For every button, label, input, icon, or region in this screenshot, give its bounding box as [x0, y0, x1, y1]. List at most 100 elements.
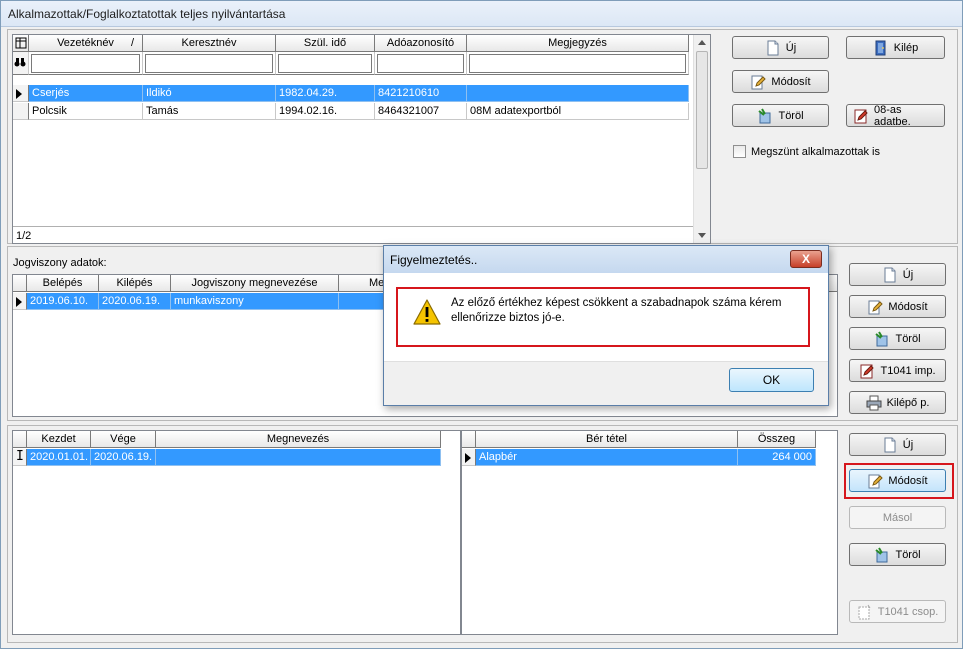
table-row[interactable]: Polcsik Tamás 1994.02.16. 8464321007 08M…	[13, 103, 689, 120]
edit-pencil-icon	[751, 75, 767, 89]
current-row-arrow-icon	[16, 297, 22, 307]
employee-new-label: Új	[785, 41, 797, 54]
employees-header: Vezetéknév / Keresztnév Szül. idő Adóazo…	[13, 35, 689, 52]
scroll-up-icon[interactable]	[698, 40, 706, 45]
jogviszony-new-label: Új	[902, 268, 914, 281]
edit-pencil-icon	[868, 300, 884, 314]
import-08-label: 08-as adatbe.	[874, 103, 911, 128]
col-megjegyzes[interactable]: Megjegyzés	[467, 35, 689, 52]
cell-vege: 2020.06.19.	[91, 449, 156, 466]
row-indicator	[13, 85, 29, 102]
periods-grid[interactable]: Kezdet Vége Megnevezés I 2020.01.01. 202…	[12, 430, 461, 635]
col-jogviszony-megnevezese[interactable]: Jogviszony megnevezése	[171, 275, 339, 292]
col-keresztnev[interactable]: Keresztnév	[143, 35, 276, 52]
wage-new-label: Új	[902, 438, 914, 451]
wages-panel: Kezdet Vége Megnevezés I 2020.01.01. 202…	[7, 425, 958, 643]
wages-corner	[462, 431, 476, 448]
filter-szul-input[interactable]	[278, 54, 372, 73]
table-row[interactable]: Alapbér 264 000	[462, 449, 816, 466]
filter-szul-cell	[276, 52, 375, 75]
col-megnevezes[interactable]: Megnevezés	[156, 431, 441, 448]
col-szul-ido[interactable]: Szül. idő	[276, 35, 375, 52]
cell-belepes: 2019.06.10.	[27, 293, 99, 310]
cell-megnevezes: munkaviszony	[171, 293, 339, 310]
row-indicator: I	[13, 449, 27, 466]
sort-indicator: /	[130, 37, 134, 49]
group-document-icon	[858, 604, 871, 619]
dialog-ok-button[interactable]: OK	[729, 368, 814, 392]
col-belepes[interactable]: Belépés	[27, 275, 99, 292]
scroll-thumb[interactable]	[696, 51, 708, 169]
col-vezeteknev[interactable]: Vezetéknév /	[29, 35, 143, 52]
import-edit-icon	[854, 109, 868, 123]
cell-osszeg: 264 000	[738, 449, 816, 466]
wage-modify-label: Módosít	[888, 474, 928, 487]
binoculars-icon	[14, 58, 26, 67]
dialog-close-button[interactable]: X	[790, 250, 822, 268]
cell-szul: 1982.04.29.	[276, 85, 375, 102]
employee-modify-label: Módosít	[771, 75, 811, 88]
exit-button[interactable]: Kilép	[846, 36, 945, 59]
filter-keresztnev-cell	[143, 52, 276, 75]
col-kilepes[interactable]: Kilépés	[99, 275, 171, 292]
wage-new-button[interactable]: Új	[849, 433, 946, 456]
wage-delete-button[interactable]: Töröl	[849, 543, 946, 566]
cell-ado: 8421210610	[375, 85, 467, 102]
grid-settings-icon[interactable]	[13, 35, 29, 52]
record-counter: 1/2	[13, 226, 694, 243]
col-osszeg[interactable]: Összeg	[738, 431, 816, 448]
employee-new-button[interactable]: Új	[732, 36, 829, 59]
scroll-down-icon[interactable]	[698, 233, 706, 238]
cell-megj	[467, 85, 689, 102]
col-ber-tetel[interactable]: Bér tétel	[476, 431, 738, 448]
edit-pencil-icon	[868, 474, 884, 488]
cell-keresztnev: Tamás	[143, 103, 276, 120]
t1041-import-label: T1041 imp.	[880, 364, 936, 377]
col-adoazonosito[interactable]: Adóazonosító	[375, 35, 467, 52]
show-terminated-checkbox[interactable]: Megszünt alkalmazottak is	[733, 145, 880, 158]
warning-icon	[413, 299, 441, 325]
row-indicator	[462, 449, 476, 466]
employees-grid[interactable]: Vezetéknév / Keresztnév Szül. idő Adóazo…	[12, 34, 711, 244]
cell-ber-tetel: Alapbér	[476, 449, 738, 466]
exit-door-icon	[875, 40, 886, 55]
jogviszony-new-button[interactable]: Új	[849, 263, 946, 286]
jogviszony-corner	[13, 275, 27, 292]
delete-icon	[875, 546, 888, 562]
employees-panel: Vezetéknév / Keresztnév Szül. idő Adóazo…	[7, 29, 958, 244]
table-row[interactable]: 2019.06.10. 2020.06.19. munkaviszony	[13, 293, 399, 310]
filter-ado-input[interactable]	[377, 54, 464, 73]
delete-icon	[875, 330, 888, 346]
printer-icon	[866, 395, 882, 410]
wage-delete-label: Töröl	[895, 548, 921, 561]
employee-delete-button[interactable]: Töröl	[732, 104, 829, 127]
warning-dialog: Figyelmeztetés.. X Az előző értékhez kép…	[383, 245, 829, 406]
filter-keresztnev-input[interactable]	[145, 54, 273, 73]
filter-megj-input[interactable]	[469, 54, 686, 73]
employee-modify-button[interactable]: Módosít	[732, 70, 829, 93]
cell-megnevezes	[156, 449, 441, 466]
import-08-button[interactable]: 08-as adatbe.	[846, 103, 945, 128]
jogviszony-modify-button[interactable]: Módosít	[849, 295, 946, 318]
table-row[interactable]: Cserjés Ildikó 1982.04.29. 8421210610	[13, 85, 689, 102]
t1041-import-button[interactable]: T1041 imp.	[849, 359, 946, 382]
wages-grid[interactable]: Bér tétel Összeg Alapbér 264 000	[461, 430, 838, 635]
checkbox-box[interactable]	[733, 145, 746, 158]
filter-vezeteknev-cell	[29, 52, 143, 75]
table-row[interactable]: I 2020.01.01. 2020.06.19.	[13, 449, 441, 466]
wage-copy-button[interactable]: Másol	[849, 506, 946, 529]
cell-kilepes: 2020.06.19.	[99, 293, 171, 310]
t1041-group-button[interactable]: T1041 csop.	[849, 600, 946, 623]
jogviszony-delete-button[interactable]: Töröl	[849, 327, 946, 350]
employees-scrollbar[interactable]	[693, 35, 710, 243]
filter-ado-cell	[375, 52, 467, 75]
wage-modify-button[interactable]: Módosít	[849, 469, 946, 492]
checkbox-label: Megszünt alkalmazottak is	[751, 145, 880, 158]
filter-vezeteknev-input[interactable]	[31, 54, 140, 73]
col-vege[interactable]: Vége	[91, 431, 156, 448]
cell-vezeteknev: Polcsik	[29, 103, 143, 120]
employee-delete-label: Töröl	[778, 109, 804, 122]
edit-cursor-icon: I	[16, 449, 24, 464]
col-kezdet[interactable]: Kezdet	[27, 431, 91, 448]
kilepo-print-button[interactable]: Kilépő p.	[849, 391, 946, 414]
